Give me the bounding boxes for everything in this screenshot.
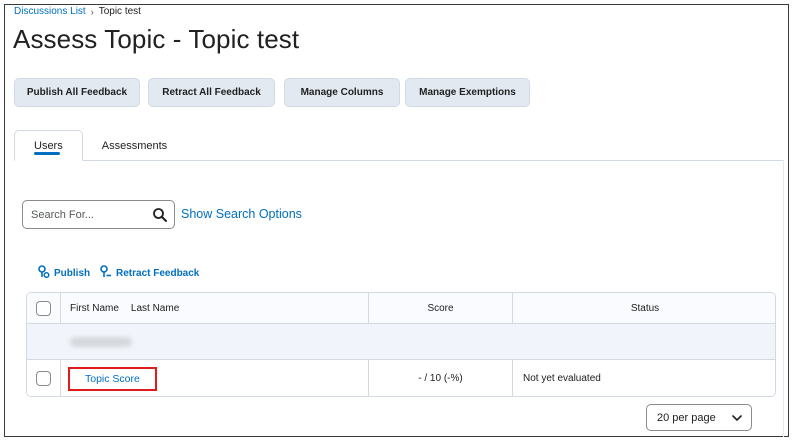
table-row: Topic Score - / 10 (-%) Not yet evaluate… (27, 360, 775, 396)
publish-label: Publish (54, 267, 91, 279)
tab-assessments[interactable]: Assessments (83, 130, 186, 161)
page-size-value: 20 per page (657, 411, 716, 424)
search-icon[interactable] (152, 207, 168, 223)
select-all-checkbox[interactable] (36, 300, 51, 316)
retract-icon (100, 265, 112, 281)
search-box (22, 200, 175, 229)
tab-panel-side-border (783, 160, 784, 437)
status-header: Status (630, 302, 660, 314)
users-grid: First Name Last Name Score Status Topic … (26, 292, 776, 397)
tab-assessments-label: Assessments (101, 139, 168, 152)
retract-feedback-label: Retract Feedback (116, 267, 200, 279)
select-all-cell (27, 293, 61, 323)
redacted-user-name (70, 336, 132, 347)
page-size-select[interactable]: 20 per page (646, 404, 752, 431)
manage-exemptions-button[interactable]: Manage Exemptions (405, 78, 530, 107)
name-header-cell: First Name Last Name (61, 293, 369, 323)
row-name-cell: Topic Score (61, 360, 369, 396)
row-checkbox[interactable] (36, 371, 51, 386)
publish-action[interactable]: Publish (38, 265, 90, 281)
manage-columns-button[interactable]: Manage Columns (284, 78, 400, 107)
breadcrumb-discussions-list-link[interactable]: Discussions List (14, 6, 86, 17)
publish-all-feedback-button[interactable]: Publish All Feedback (14, 78, 140, 107)
tab-active-indicator (34, 152, 60, 155)
chevron-down-icon (732, 412, 742, 424)
tab-users-label: Users (34, 139, 63, 152)
score-header: Score (369, 293, 513, 323)
tab-users[interactable]: Users (14, 130, 83, 161)
breadcrumb-current: Topic test (98, 6, 141, 17)
user-name-cell (61, 324, 369, 359)
retract-all-feedback-button[interactable]: Retract All Feedback (148, 78, 275, 107)
row-score: - / 10 (-%) (369, 360, 513, 396)
breadcrumb: Discussions List › Topic test (14, 6, 141, 17)
last-name-sort[interactable]: Last Name (131, 303, 179, 314)
publish-icon (38, 265, 50, 281)
page-title: Assess Topic - Topic test (13, 24, 300, 54)
user-group-row (27, 324, 775, 360)
tab-list: Users Assessments (14, 130, 186, 161)
grid-header-row: First Name Last Name Score Status (27, 293, 775, 324)
retract-feedback-action[interactable]: Retract Feedback (100, 265, 199, 281)
topic-score-link[interactable]: Topic Score (68, 366, 157, 391)
search-input[interactable] (31, 208, 141, 221)
breadcrumb-separator: › (90, 6, 94, 17)
show-search-options-link[interactable]: Show Search Options (181, 207, 302, 221)
row-status: Not yet evaluated (523, 373, 601, 384)
first-name-sort[interactable]: First Name (70, 303, 119, 314)
row-select-cell (27, 360, 61, 396)
